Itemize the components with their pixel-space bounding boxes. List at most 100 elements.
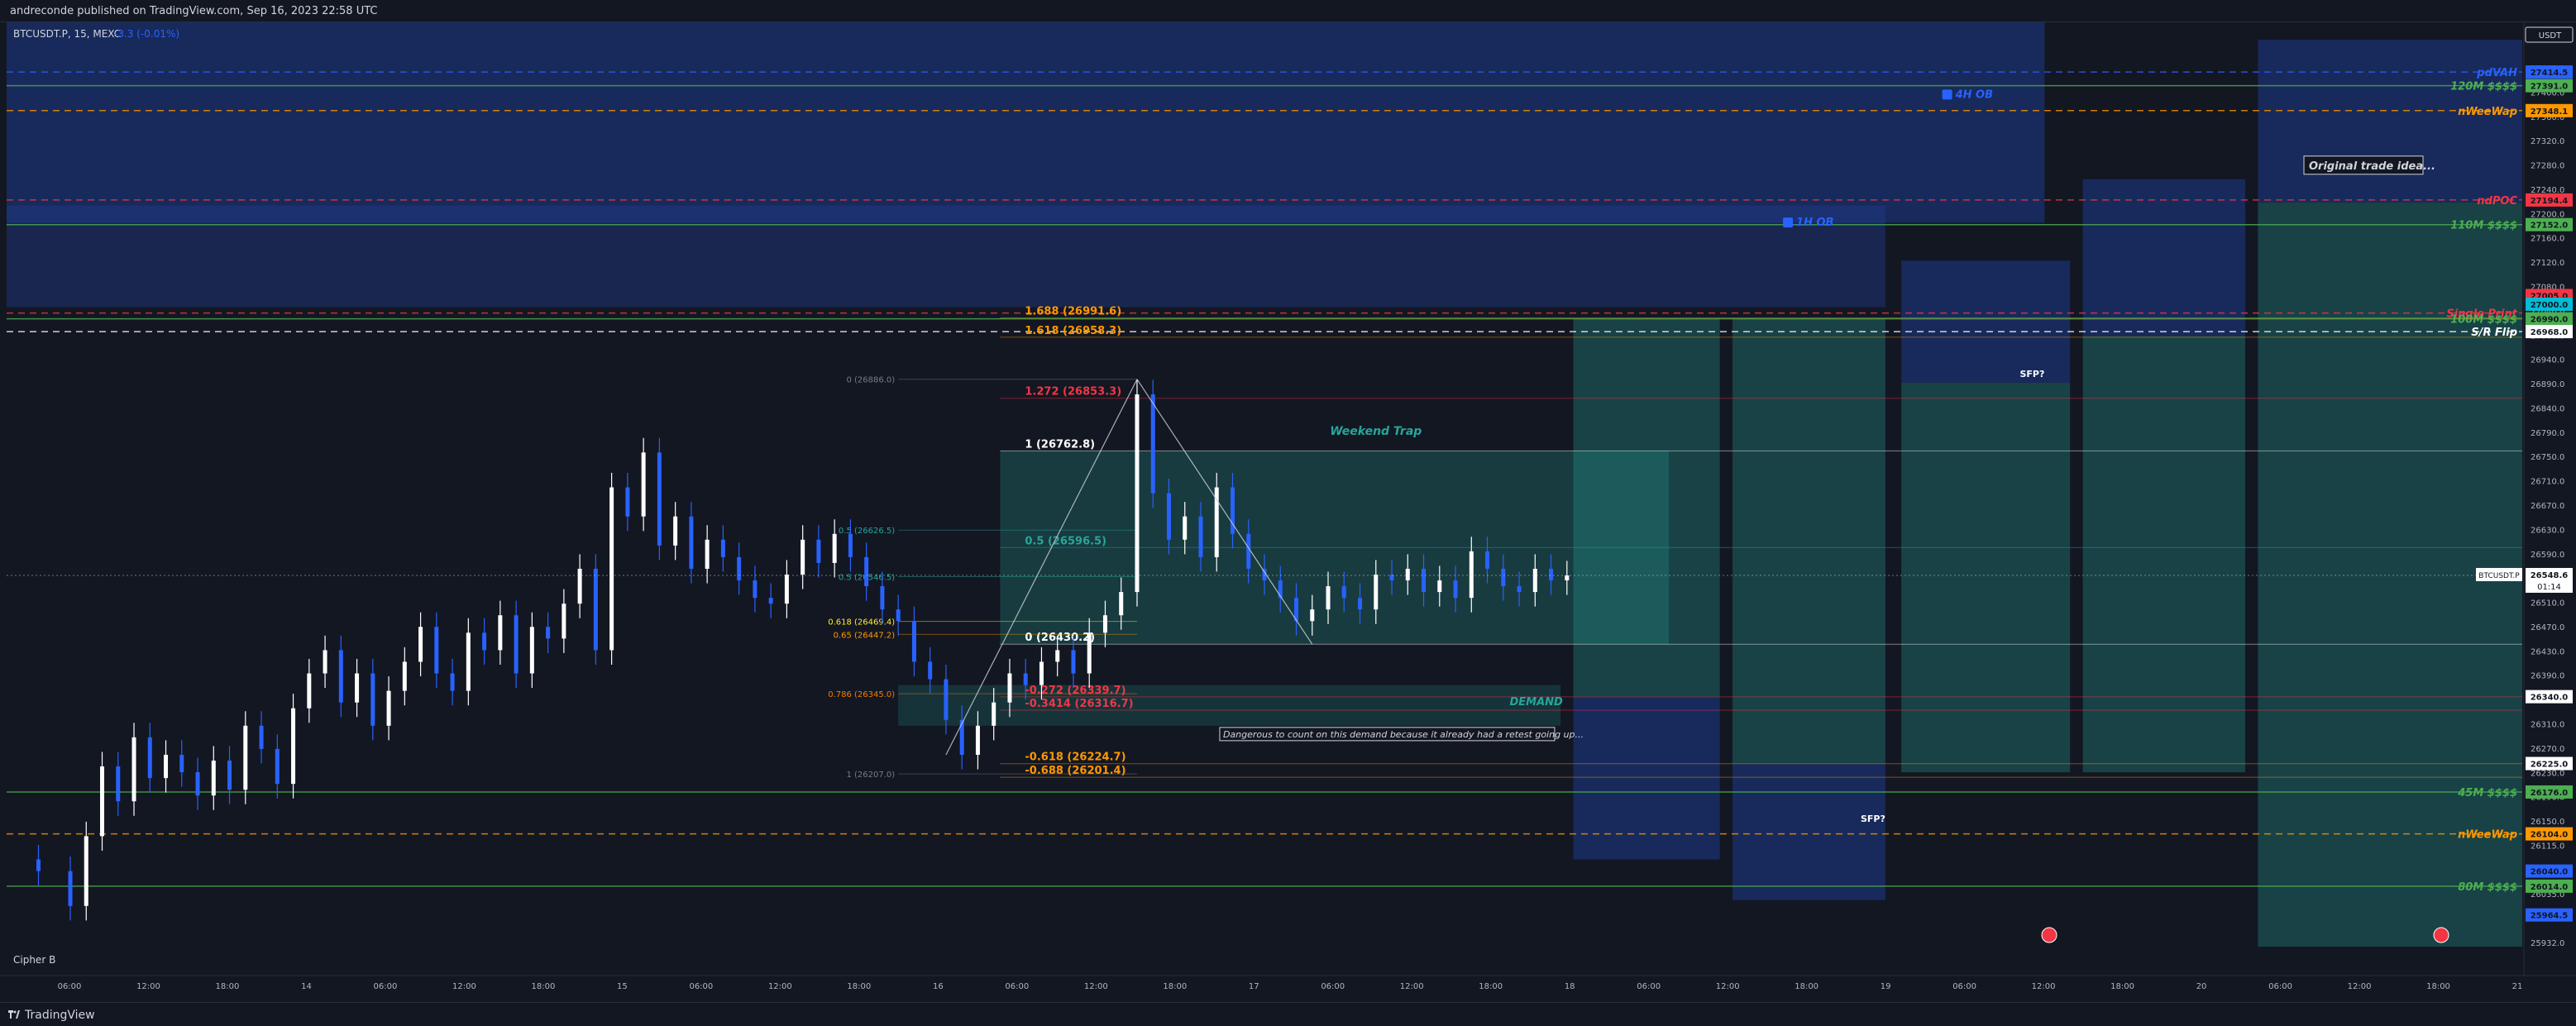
candle-body	[418, 627, 423, 662]
candle-body	[625, 487, 630, 517]
price-tag-label: 26225.0	[2531, 761, 2569, 770]
fib-main-label: 0 (26430.2)	[1025, 632, 1095, 644]
candle-body	[609, 487, 614, 651]
candle-body	[1501, 568, 1506, 587]
zone-proj-1-teal	[1573, 318, 1720, 697]
candle-body	[784, 574, 789, 604]
candle-body	[84, 836, 88, 906]
price-chart[interactable]: pdVAH120M $$$$nWeeWapndPOC110M $$$$Singl…	[0, 0, 2576, 1025]
candle-body	[355, 673, 360, 703]
sfp-bottom-label: SFP?	[1861, 814, 1885, 824]
candle-body	[1469, 551, 1474, 599]
candle-body	[370, 673, 375, 726]
fib-main-label: -0.688 (26201.4)	[1025, 765, 1126, 777]
candle-body	[1374, 574, 1379, 610]
candle-body	[529, 627, 534, 674]
price-tag-label: 26176.0	[2531, 789, 2569, 798]
demand-note-label: Dangerous to count on this demand becaus…	[1223, 729, 1584, 740]
candle-body	[450, 673, 455, 691]
x-tick-label: 12:00	[768, 982, 792, 991]
candle-body	[593, 568, 598, 651]
y-tick-label: 27320.0	[2531, 137, 2564, 146]
candle-body	[1405, 568, 1410, 581]
candle-body	[1230, 487, 1235, 534]
candle-body	[1039, 661, 1044, 685]
candle-body	[100, 766, 105, 837]
x-tick-label: 19	[1881, 982, 1891, 991]
demand-label: DEMAND	[1509, 696, 1563, 709]
currency-label: USDT	[2539, 31, 2562, 41]
x-tick-label: 06:00	[1952, 982, 1976, 991]
price-tag-label: 27152.0	[2531, 222, 2569, 231]
candle-body	[705, 539, 710, 569]
candle-body	[944, 679, 949, 720]
candle-body	[514, 615, 519, 674]
level-label: 120M $$$$	[2450, 81, 2517, 93]
candle-body	[1087, 632, 1092, 674]
level-label: nWeeWap	[2458, 829, 2517, 842]
candle-body	[323, 650, 327, 674]
candle-body	[1119, 592, 1124, 616]
x-tick-label: 12:00	[1716, 982, 1740, 991]
candle-body	[1517, 586, 1522, 593]
x-tick-label: 16	[933, 982, 944, 991]
fib-main-label: 1.688 (26991.6)	[1025, 305, 1121, 317]
x-tick-label: 12:00	[2348, 982, 2372, 991]
candle-body	[896, 609, 901, 622]
candle-body	[1453, 580, 1458, 599]
candle-body	[1532, 568, 1537, 593]
x-tick-label: 06:00	[689, 982, 713, 991]
candle-body	[243, 725, 248, 790]
us-flag-icon[interactable]	[2041, 927, 2057, 943]
candle-body	[673, 516, 678, 546]
footer-brand: TradingView	[25, 1009, 95, 1022]
y-tick-label: 26590.0	[2531, 551, 2564, 560]
x-tick-label: 06:00	[1321, 982, 1345, 991]
fib-prior-label: 0.618 (26469.4)	[828, 618, 895, 628]
zone-proj-5-blue	[2258, 40, 2522, 203]
x-tick-label: 18:00	[847, 982, 871, 991]
candle-body	[864, 556, 869, 587]
candle-body	[1023, 673, 1028, 685]
candle-body	[307, 673, 312, 709]
y-tick-label: 26670.0	[2531, 502, 2564, 511]
zone-proj-2-blue	[1732, 763, 1885, 900]
y-tick-label: 26940.0	[2531, 356, 2564, 365]
x-tick-label: 18:00	[1795, 982, 1818, 991]
x-tick-label: 12:00	[1084, 982, 1108, 991]
candle-body	[720, 539, 725, 557]
y-tick-label: 25932.0	[2531, 939, 2564, 948]
fib-main-label: 1.272 (26853.3)	[1025, 386, 1121, 398]
candle-body	[848, 533, 853, 557]
x-tick-label: 18:00	[1479, 982, 1503, 991]
level-label: 45M $$$$	[2457, 787, 2517, 799]
candle-body	[546, 627, 551, 639]
candle-body	[1341, 586, 1346, 599]
candle-body	[498, 615, 503, 651]
zone-1h-ob	[7, 205, 1885, 308]
candle-body	[992, 702, 996, 726]
fib-main-label: -0.618 (26224.7)	[1025, 752, 1126, 764]
candle-body	[959, 719, 964, 755]
zone-demand	[898, 685, 1561, 726]
candle-body	[291, 708, 296, 785]
x-tick-label: 12:00	[1400, 982, 1424, 991]
y-tick-label: 26390.0	[2531, 672, 2564, 681]
x-tick-label: 18:00	[531, 982, 555, 991]
x-tick-label: 06:00	[374, 982, 398, 991]
us-flag-icon[interactable]	[2433, 927, 2449, 943]
candle-body	[227, 760, 232, 790]
candle-body	[434, 627, 439, 674]
x-tick-label: 21	[2512, 982, 2523, 991]
price-tag-label: 27414.5	[2531, 69, 2569, 78]
price-tag-label: 26014.0	[2531, 883, 2569, 892]
y-tick-label: 26790.0	[2531, 429, 2564, 438]
candle-body	[179, 754, 184, 773]
y-tick-label: 26150.0	[2531, 818, 2564, 827]
candle-body	[689, 516, 694, 569]
candle-body	[131, 737, 136, 802]
tradingview-logo-icon	[8, 1010, 20, 1019]
price-tag-label: 26040.0	[2531, 868, 2569, 877]
fib-prior-label: 1 (26207.0)	[846, 771, 895, 780]
y-tick-label: 26430.0	[2531, 647, 2564, 656]
